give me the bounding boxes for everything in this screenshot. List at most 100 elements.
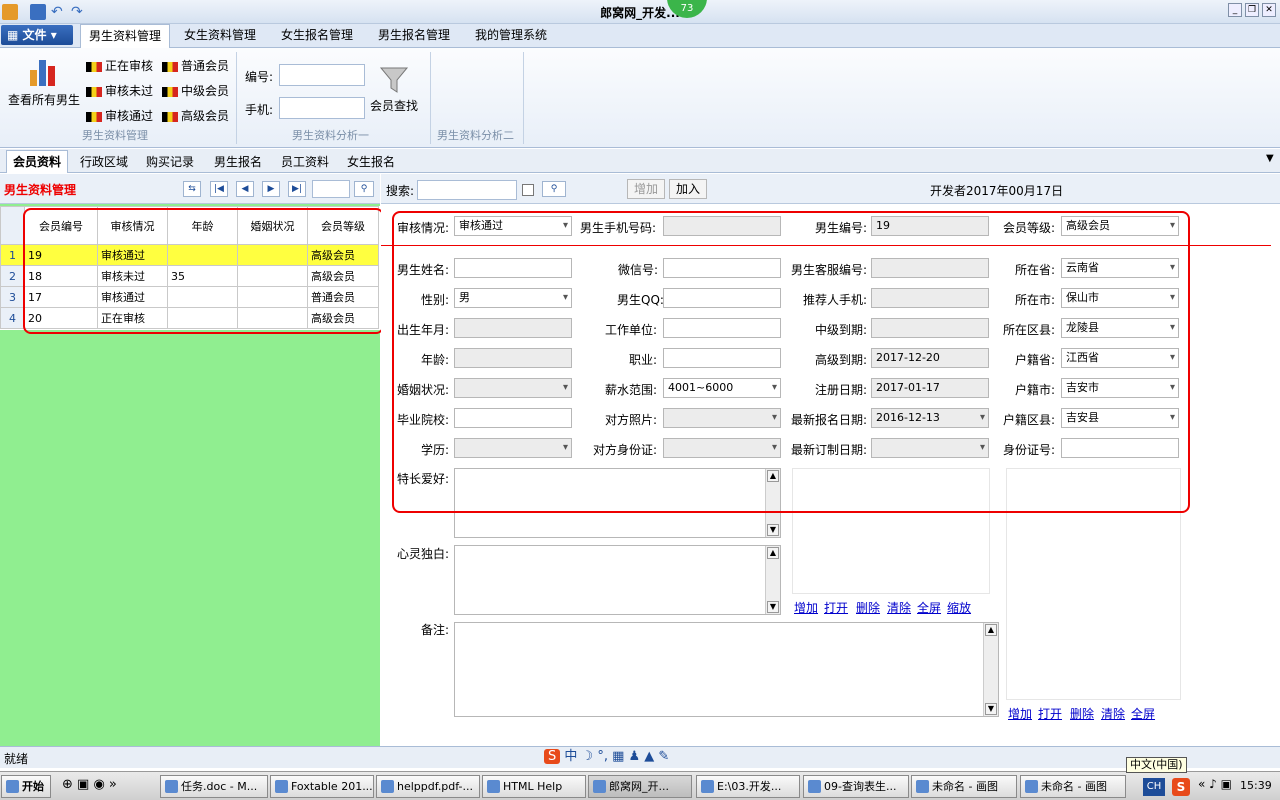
id-fullscreen-link[interactable]: 全屏 (1131, 705, 1155, 722)
chevron-down-icon[interactable]: ▼ (1266, 153, 1274, 164)
annotation-box (392, 211, 1190, 513)
group-title-analysis-one: 男生资料分析一 (292, 129, 369, 142)
tab-male-signup[interactable]: 男生报名管理 (370, 24, 458, 48)
filter-icon (379, 67, 409, 93)
status-text: 就绪 (4, 752, 29, 766)
ime-toolbar[interactable]: S 中 ☽ °, ▦ ♟ ▲ ✎ (544, 747, 729, 769)
id-delete-link[interactable]: 删除 (1070, 705, 1094, 722)
subtab-male-signup[interactable]: 男生报名 (214, 153, 262, 170)
id-clear-link[interactable]: 清除 (1101, 705, 1125, 722)
taskbar-item[interactable]: Foxtable 201... (270, 775, 374, 798)
note-textarea[interactable]: ▲ ▼ (454, 622, 999, 717)
developer-text: 开发者2017年00月17日 (930, 184, 1064, 198)
taskbar-item[interactable]: 未命名 - 画图 (911, 775, 1017, 798)
monologue-textarea[interactable]: ▲ ▼ (454, 545, 781, 615)
photo-clear-link[interactable]: 清除 (887, 599, 911, 616)
scrollbar[interactable]: ▲ ▼ (983, 623, 998, 716)
group-title-analysis-two: 男生资料分析二 (437, 129, 514, 142)
restore-icon[interactable]: ❐ (1245, 3, 1259, 17)
taskbar-item[interactable]: 任务.doc - M... (160, 775, 268, 798)
sogou-icon[interactable]: S (1172, 778, 1190, 796)
search-input[interactable] (417, 180, 517, 200)
group-title-male-profile: 男生资料管理 (82, 129, 148, 142)
note-label: 备注: (421, 623, 450, 637)
photo-zoom-link[interactable]: 缩放 (947, 599, 971, 616)
flag-icon (86, 111, 102, 122)
binoculars-icon[interactable]: ⚲ (542, 181, 566, 197)
subtab-member-profile[interactable]: 会员资料 (6, 150, 69, 173)
ribbon-tabs: ▦ 文件 ▾ 男生资料管理 女生资料管理 女生报名管理 男生报名管理 我的管理系… (0, 24, 1280, 48)
taskbar: 开始 ⊕ ▣ ◉ » 任务.doc - M... Foxtable 201...… (0, 757, 1280, 800)
new-row-icon[interactable]: ⇆ (183, 181, 201, 197)
bar-chart-icon (30, 60, 55, 86)
clock: 15:39 (1240, 779, 1272, 792)
status-bar: 就绪 S 中 ☽ °, ▦ ♟ ▲ ✎ (0, 746, 1280, 768)
next-record-icon[interactable]: ▶ (262, 181, 280, 197)
search-checkbox[interactable] (522, 184, 534, 196)
binoculars-icon[interactable]: ⚲ (354, 181, 374, 197)
sub-tabs: 会员资料 行政区域 购买记录 男生报名 员工资料 女生报名 ▼ (0, 149, 1280, 173)
tab-my-system[interactable]: 我的管理系统 (467, 24, 555, 48)
number-label: 编号: (245, 70, 274, 84)
flag-icon (86, 61, 102, 72)
photo-open-link[interactable]: 打开 (824, 599, 848, 616)
scrollbar[interactable]: ▲ ▼ (765, 546, 780, 614)
monologue-label: 心灵独白: (397, 547, 450, 561)
tab-male-profile[interactable]: 男生资料管理 (80, 24, 171, 48)
taskbar-item[interactable]: 未命名 - 画图 (1020, 775, 1126, 798)
taskbar-item[interactable]: HTML Help (482, 775, 586, 798)
tray-icons[interactable]: « ♪ ▣ (1198, 777, 1232, 791)
quicklaunch-icons[interactable]: ⊕ ▣ ◉ » (62, 777, 117, 792)
search-toolbar: 搜索: ⚲ 增加 加入 开发者2017年00月17日 (381, 174, 1280, 204)
minimize-icon[interactable]: _ (1228, 3, 1242, 17)
member-search-button[interactable]: 会员查找 (368, 66, 420, 114)
filter-normal-member-button[interactable]: 普通会员 (162, 57, 229, 74)
record-position-input[interactable] (312, 180, 350, 198)
start-button[interactable]: 开始 (1, 775, 51, 798)
add-button[interactable]: 增加 (627, 179, 665, 199)
prev-record-icon[interactable]: ◀ (236, 181, 254, 197)
tab-female-signup[interactable]: 女生报名管理 (273, 24, 361, 48)
photo-add-link[interactable]: 增加 (794, 599, 818, 616)
join-button[interactable]: 加入 (669, 179, 707, 199)
annotation-box (23, 208, 384, 334)
flag-icon (162, 111, 178, 122)
ribbon-panel: 查看所有男生 正在审核 审核未过 审核通过 普通会员 中级会员 高级会员 男生资… (0, 48, 1280, 148)
window-title: 郎窝网_开发... (600, 6, 680, 20)
number-input[interactable] (279, 64, 365, 86)
sogou-icon: S (544, 749, 561, 764)
filter-reviewing-button[interactable]: 正在审核 (86, 57, 153, 74)
view-all-males-button[interactable]: 查看所有男生 (6, 54, 82, 108)
grid-corner (0, 206, 25, 245)
photo-delete-link[interactable]: 删除 (856, 599, 880, 616)
filter-senior-member-button[interactable]: 高级会员 (162, 107, 229, 124)
filter-mid-member-button[interactable]: 中级会员 (162, 82, 229, 99)
language-indicator[interactable]: CH (1143, 778, 1165, 796)
grid-icon: ▦ (7, 28, 23, 42)
taskbar-item[interactable]: E:\03.开发... (696, 775, 800, 798)
photo-fullscreen-link[interactable]: 全屏 (917, 599, 941, 616)
filter-rejected-button[interactable]: 审核未过 (86, 82, 153, 99)
subtab-staff-profile[interactable]: 员工资料 (281, 153, 329, 170)
subtab-female-signup[interactable]: 女生报名 (347, 153, 395, 170)
filter-approved-button[interactable]: 审核通过 (86, 107, 153, 124)
left-panel-title: 男生资料管理 (4, 183, 77, 197)
tab-female-profile[interactable]: 女生资料管理 (176, 24, 264, 48)
id-add-link[interactable]: 增加 (1008, 705, 1032, 722)
search-label: 搜索: (386, 184, 415, 198)
language-tooltip: 中文(中国) (1126, 757, 1187, 773)
taskbar-item[interactable]: helppdf.pdf-... (376, 775, 480, 798)
taskbar-item[interactable]: 09-查询表生... (803, 775, 909, 798)
title-bar: ↶ ↷ 郎窝网_开发... 73 _ ❐ ✕ (0, 0, 1280, 24)
file-menu-button[interactable]: ▦ 文件 ▾ (1, 25, 73, 45)
last-record-icon[interactable]: ▶| (288, 181, 306, 197)
taskbar-item[interactable]: 郎窝网_开... (588, 775, 692, 798)
flag-icon (162, 86, 178, 97)
phone-input[interactable] (279, 97, 365, 119)
id-open-link[interactable]: 打开 (1038, 705, 1062, 722)
subtab-admin-region[interactable]: 行政区域 (80, 153, 128, 170)
close-icon[interactable]: ✕ (1262, 3, 1276, 17)
flag-icon (86, 86, 102, 97)
subtab-purchase-records[interactable]: 购买记录 (146, 153, 194, 170)
first-record-icon[interactable]: |◀ (210, 181, 228, 197)
